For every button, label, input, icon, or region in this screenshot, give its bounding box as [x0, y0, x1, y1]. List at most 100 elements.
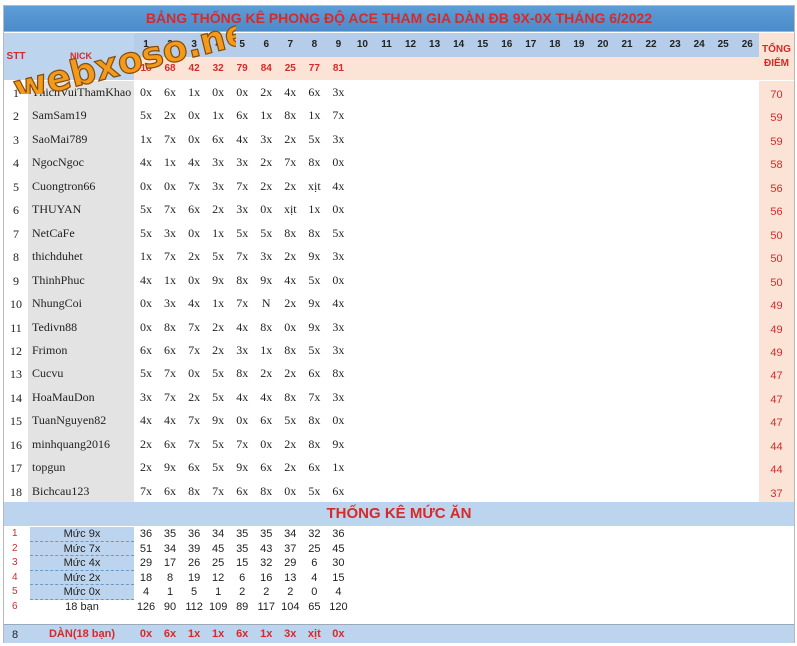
dan-value: xịt: [307, 628, 321, 640]
row-value: 9x: [164, 460, 177, 475]
row-value: 4x: [236, 131, 249, 146]
row-value: 1x: [308, 202, 321, 217]
level-row: 1 Mức 9x 36 35 36 34 35 35 34 32 36: [4, 527, 794, 542]
row-value: 0x: [332, 202, 345, 217]
level-value: 4: [311, 571, 318, 584]
row-value: 8x: [308, 436, 321, 451]
dan-value: 1x: [260, 628, 273, 640]
row-value: 3x: [332, 389, 345, 404]
row-nick: SaoMai789: [28, 127, 134, 152]
row-value: 4x: [140, 413, 152, 428]
level-value: 8: [166, 571, 174, 584]
stats-sheet: BẢNG THỐNG KÊ PHONG ĐỘ ACE THAM GIA DÀN …: [3, 5, 795, 643]
day-header-11: 11: [381, 39, 392, 50]
row-value: 9x: [308, 319, 321, 334]
row-value: 4x: [260, 389, 273, 404]
level-value: 25: [212, 557, 225, 570]
row-value: 3x: [164, 296, 177, 311]
row-value: 4x: [188, 155, 201, 170]
row-value: 0x: [140, 296, 152, 311]
row-value: 5x: [212, 389, 225, 404]
level-stt: 3: [12, 557, 18, 569]
row-value: 1x: [212, 108, 225, 123]
row-value: 6x: [188, 202, 201, 217]
row-value: xịt: [283, 202, 297, 217]
total-header-line2: ĐIỂM: [764, 58, 789, 69]
table-row: 13 Cucvu 47 5x 7x 0x 5x 8x 2x 2x 6x 8x: [4, 362, 794, 386]
row-nick: thichduhet: [28, 245, 134, 269]
row-nick: TuanNguyen82: [28, 409, 134, 433]
row-value: 2x: [260, 178, 273, 193]
row-value: 8x: [236, 366, 249, 381]
table-row: 7 NetCaFe 50 5x 3x 0x 1x 5x 5x 8x 8x 5x: [4, 221, 794, 246]
day-header-19: 19: [573, 39, 585, 50]
level-value: 2: [287, 586, 294, 599]
level-value: 13: [284, 571, 297, 584]
level-value: 30: [332, 557, 345, 570]
table-row: 17 topgun 44 2x 9x 6x 5x 9x 6x 2x 6x 1x: [4, 456, 794, 480]
level-row: 5 Mức 0x 4 1 5 1 2 2 2 0 4: [4, 585, 794, 600]
level-value: 35: [236, 528, 249, 540]
row-value: 7x: [188, 436, 201, 451]
table-row: 12 Frimon 49 6x 6x 7x 2x 3x 1x 8x 5x 3x: [4, 338, 794, 363]
row-nick: Frimon: [28, 338, 134, 363]
row-value: 8x: [308, 155, 321, 170]
row-value: 4x: [332, 178, 345, 193]
day-header-21: 21: [621, 39, 633, 50]
row-value: 7x: [188, 413, 201, 428]
row-stt: 11: [10, 320, 22, 335]
day-header-10: 10: [356, 39, 368, 50]
row-total: 49: [759, 338, 794, 363]
row-value: 3x: [236, 155, 249, 170]
day-header-2: 2: [167, 39, 173, 50]
level-value: 117: [257, 601, 276, 613]
level-label: Mức 2x: [30, 570, 134, 586]
row-value: 1x: [140, 131, 152, 146]
day-header-18: 18: [549, 39, 561, 50]
level-value: 39: [187, 542, 201, 555]
level-stt: 6: [12, 601, 18, 612]
count-header: 84: [260, 63, 272, 74]
day-header-16: 16: [501, 39, 513, 50]
day-header-17: 17: [525, 39, 537, 50]
row-value: 5x: [212, 249, 225, 264]
day-header-7: 7: [287, 39, 294, 50]
level-label: 18 bạn: [65, 601, 99, 613]
level-value: 126: [136, 601, 156, 613]
row-stt: 12: [10, 343, 22, 358]
table-row: 15 TuanNguyen82 47 4x 4x 7x 9x 0x 6x 5x 8x 0x: [4, 409, 794, 433]
row-value: 7x: [308, 389, 321, 404]
row-value: 9x: [332, 436, 345, 451]
row-total: 70: [759, 81, 794, 105]
row-value: 6x: [140, 342, 152, 357]
row-value: 1x: [332, 460, 345, 475]
level-value: 1: [166, 586, 174, 599]
day-header-4: 4: [215, 39, 221, 50]
row-value: 5x: [212, 366, 225, 381]
day-header-8: 8: [311, 39, 318, 50]
row-nick: Cuongtron66: [28, 174, 134, 199]
row-value: 5x: [260, 225, 273, 240]
row-value: 2x: [188, 249, 201, 264]
row-value: 0x: [188, 108, 201, 123]
level-value: 89: [236, 601, 249, 613]
row-value: 7x: [212, 483, 225, 498]
row-value: 1x: [260, 108, 273, 123]
row-total: 59: [759, 104, 794, 128]
row-value: 6x: [236, 108, 249, 123]
total-header-line1: TỔNG: [762, 44, 791, 55]
row-value: 8x: [236, 272, 249, 287]
row-value: 7x: [236, 178, 249, 193]
row-value: 3x: [212, 155, 225, 170]
table-row: 8 thichduhet 50 1x 7x 2x 5x 7x 3x 2x 9x 3x: [4, 245, 794, 269]
row-value: 7x: [236, 249, 249, 264]
row-value: 8x: [260, 483, 273, 498]
row-value: 0x: [164, 178, 177, 193]
row-value: 0x: [332, 272, 345, 287]
row-value: 7x: [140, 483, 152, 498]
dan-value: 6x: [236, 628, 249, 640]
row-total: 59: [759, 127, 794, 152]
level-value: 6: [311, 557, 318, 570]
row-value: 2x: [284, 366, 297, 381]
row-value: 0x: [284, 483, 297, 498]
